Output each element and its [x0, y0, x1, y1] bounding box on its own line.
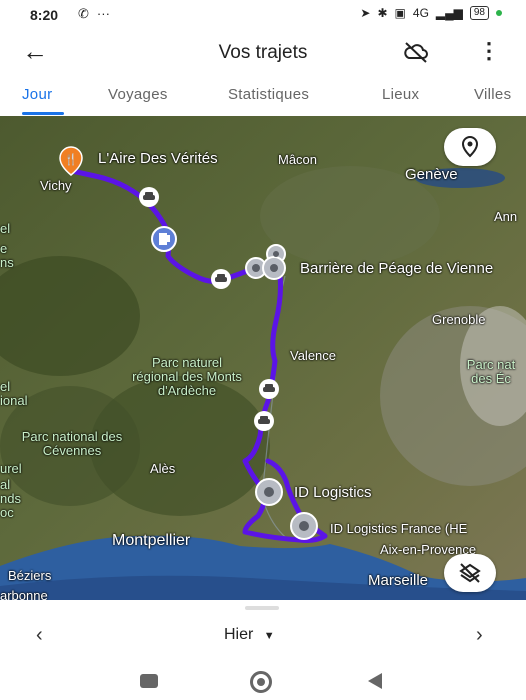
cloud-off-icon[interactable]: [402, 40, 430, 69]
map-label-montpellier: Montpellier: [112, 532, 191, 549]
map-label-grenoble: Grenoble: [432, 312, 486, 327]
tab-statistiques[interactable]: Statistiques: [228, 86, 309, 103]
map-label-macon: Mâcon: [278, 152, 318, 167]
car-icon[interactable]: [258, 378, 280, 400]
more-notifications-icon: ···: [96, 6, 110, 21]
map-label-edge: ns: [0, 255, 14, 270]
map-label-valence: Valence: [290, 348, 337, 363]
map-label-annecy: Ann: [494, 209, 518, 224]
network-type: 4G: [412, 6, 429, 20]
home-icon[interactable]: [250, 671, 272, 693]
car-icon[interactable]: [138, 186, 160, 208]
previous-day-icon[interactable]: ‹: [36, 624, 43, 647]
whatsapp-icon: ✆: [78, 6, 89, 21]
recording-dot-icon: [496, 10, 502, 16]
bottom-panel: ‹ Hier ▼ ›: [0, 600, 526, 700]
map-label-narbonne: arbonne: [0, 588, 48, 600]
map-label-parc-cevennes: Parc national des Cévennes: [21, 429, 123, 458]
map-label-edge: urel: [0, 461, 22, 476]
active-tab-indicator: [22, 112, 64, 115]
map-label-vichy: Vichy: [40, 178, 72, 193]
day-label: Hier: [224, 626, 254, 643]
place-pin-icon: [461, 136, 479, 158]
map-label-edge: ional: [0, 393, 28, 408]
map-label-marseille: Marseille: [368, 572, 429, 589]
satellite-map[interactable]: 🍴 L'Aire Des Vérités Vichy Mâcon Genève …: [0, 116, 526, 600]
map-label-edge: el: [0, 221, 11, 236]
map-label-edge: nds: [0, 491, 21, 506]
map-label-id-logistics-france[interactable]: ID Logistics France (HE: [330, 521, 467, 536]
map-label-edge: oc: [0, 505, 14, 520]
vibrate-icon: ▣: [394, 6, 406, 20]
drag-handle[interactable]: [245, 606, 279, 610]
signal-icon: ▂▄▆: [435, 6, 463, 20]
status-time: 8:20: [30, 7, 59, 23]
next-day-icon[interactable]: ›: [476, 624, 483, 647]
map-label-parc-ecrins: Parc nat des Éc: [466, 357, 516, 386]
map-label-peage-vienne[interactable]: Barrière de Péage de Vienne: [300, 260, 493, 277]
map-label-ales: Alès: [150, 461, 176, 476]
location-arrow-icon: ➤: [360, 6, 371, 20]
id-logistics-pin-icon[interactable]: [253, 478, 285, 512]
fuel-station-pin-icon[interactable]: [149, 226, 179, 258]
dropdown-arrow-icon: ▼: [263, 630, 275, 642]
system-back-icon[interactable]: [368, 673, 382, 689]
layers-off-icon: [459, 563, 481, 583]
layers-off-button[interactable]: [444, 554, 496, 592]
app-bar: ← Vos trajets ⋮: [0, 30, 526, 76]
tab-lieux[interactable]: Lieux: [382, 86, 419, 103]
map-label-edge: al: [0, 477, 11, 492]
bluetooth-icon: ✱: [377, 6, 388, 20]
battery-level: 98: [469, 6, 489, 20]
car-icon[interactable]: [253, 410, 275, 432]
day-selector[interactable]: Hier ▼: [224, 626, 275, 644]
recents-icon[interactable]: [140, 674, 158, 688]
map-label-parc-ardeche: Parc naturel régional des Monts d'Ardèch…: [132, 355, 242, 398]
map-label-geneve: Genève: [405, 166, 458, 183]
status-bar: 8:20 ✆ ··· ➤ ✱ ▣ 4G ▂▄▆ 98: [0, 0, 526, 30]
id-logistics-france-pin-icon[interactable]: [288, 512, 320, 546]
tab-villes[interactable]: Villes: [474, 86, 511, 103]
restaurant-pin-icon[interactable]: 🍴: [58, 146, 84, 176]
map-label-beziers: Béziers: [8, 568, 52, 583]
map-label-edge: e: [0, 241, 8, 256]
map-label-id-logistics[interactable]: ID Logistics: [294, 484, 372, 501]
more-options-icon[interactable]: ⋮: [478, 38, 500, 64]
svg-text:🍴: 🍴: [64, 153, 78, 166]
place-cluster-pins-icon[interactable]: [240, 244, 296, 284]
tab-voyages[interactable]: Voyages: [108, 86, 168, 103]
tab-bar: Jour Voyages Statistiques Lieux Villes: [0, 80, 526, 116]
tab-jour[interactable]: Jour: [22, 86, 52, 103]
map-label-aire[interactable]: L'Aire Des Vérités: [98, 150, 218, 167]
system-nav-bar: [0, 662, 526, 700]
map-label-edge: el: [0, 379, 11, 394]
places-toggle-button[interactable]: [444, 128, 496, 166]
car-icon[interactable]: [210, 268, 232, 290]
page-title: Vos trajets: [218, 42, 308, 63]
